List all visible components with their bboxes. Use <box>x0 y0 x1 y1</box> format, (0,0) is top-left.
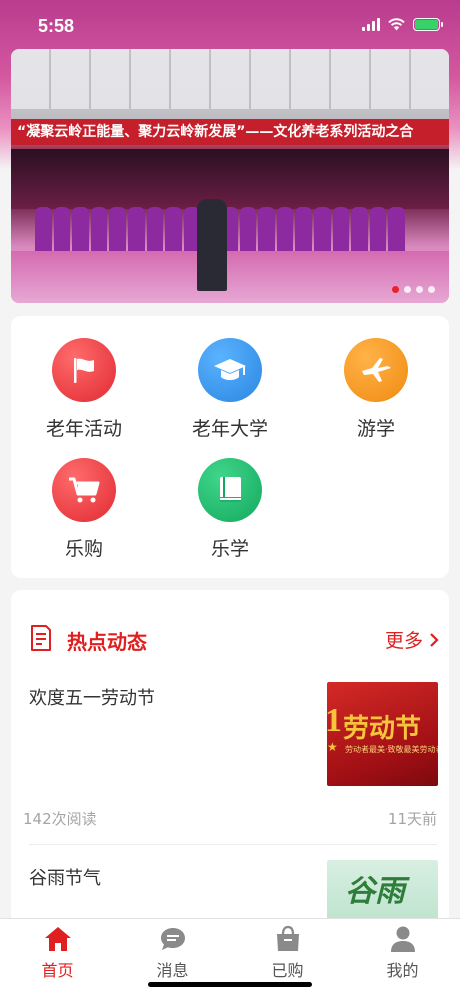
banner-carousel[interactable]: “凝聚云岭正能量、聚力云岭新发展”——文化养老系列活动之合 <box>11 49 449 303</box>
cellular-signal-icon <box>362 18 380 31</box>
carousel-dot[interactable] <box>392 286 399 293</box>
menu-item-senior-university[interactable]: 老年大学 <box>157 338 303 441</box>
news-section-title: 热点动态 <box>67 630 147 654</box>
document-icon <box>31 625 51 651</box>
news-item-title[interactable]: 欢度五一劳动节 <box>29 684 155 710</box>
news-thumbnail[interactable]: 1 劳动节 劳动者最美·致敬最美劳动者 ★ <box>327 682 438 786</box>
status-icons <box>362 18 443 31</box>
thumb-digit: 1 <box>327 702 342 739</box>
carousel-dot[interactable] <box>428 286 435 293</box>
read-count: 142次阅读 <box>23 810 97 828</box>
star-icon: ★ <box>327 740 338 754</box>
battery-icon <box>413 18 443 31</box>
thumb-caption: 谷雨 <box>345 875 405 908</box>
shopping-bag-icon <box>276 925 299 951</box>
home-indicator <box>148 982 312 987</box>
thumb-subcaption: 劳动者最美·致敬最美劳动者 <box>345 745 438 754</box>
menu-item-label: 乐购 <box>64 538 103 560</box>
carousel-dot[interactable] <box>416 286 423 293</box>
menu-item-label: 乐学 <box>210 538 249 560</box>
book-icon <box>198 458 262 522</box>
chat-bubble-icon <box>160 928 185 950</box>
news-item-title[interactable]: 谷雨节气 <box>29 864 101 890</box>
graduation-cap-icon <box>198 338 262 402</box>
carousel-indicator[interactable] <box>392 286 435 293</box>
status-time: 5:58 <box>38 16 75 36</box>
home-icon <box>44 927 71 951</box>
menu-item-label: 游学 <box>356 418 395 440</box>
banner-headline: “凝聚云岭正能量、聚力云岭新发展”——文化养老系列活动之合 <box>11 119 449 145</box>
tab-label: 消息 <box>156 961 189 980</box>
tab-label: 首页 <box>41 961 74 980</box>
banner-conductor <box>197 199 227 291</box>
thumb-caption: 劳动节 <box>343 714 422 744</box>
hot-news-section: 热点动态 更多 欢度五一劳动节 1 劳动节 劳动者最美·致敬最美劳动者 ★ 14… <box>11 590 449 930</box>
user-icon <box>390 926 415 952</box>
news-divider <box>29 844 437 845</box>
carousel-dot[interactable] <box>404 286 411 293</box>
banner-stage <box>11 149 449 209</box>
menu-item-shopping[interactable]: 乐购 <box>11 458 157 561</box>
wifi-icon <box>388 18 405 31</box>
tab-home[interactable]: 首页 <box>0 919 115 996</box>
menu-grid: 老年活动 老年大学 游学 乐购 乐学 <box>11 316 449 578</box>
tab-label: 已购 <box>271 961 304 980</box>
menu-item-label: 老年大学 <box>191 418 268 440</box>
tab-label: 我的 <box>386 961 419 980</box>
publish-time: 11天前 <box>387 810 437 828</box>
flag-icon <box>52 338 116 402</box>
news-header: 热点动态 更多 <box>29 624 439 654</box>
banner-ceiling <box>11 49 449 109</box>
tab-profile[interactable]: 我的 <box>345 919 460 996</box>
menu-item-elderly-activities[interactable]: 老年活动 <box>11 338 157 441</box>
menu-item-study-tour[interactable]: 游学 <box>303 338 449 441</box>
airplane-icon <box>344 338 408 402</box>
status-bar: 5:58 <box>0 0 460 50</box>
more-label: 更多 <box>384 630 423 652</box>
chevron-right-icon <box>430 632 439 647</box>
menu-item-label: 老年活动 <box>45 418 122 440</box>
banner-floor <box>11 251 449 303</box>
shopping-cart-icon <box>52 458 116 522</box>
more-link[interactable]: 更多 <box>385 626 439 653</box>
menu-item-learning[interactable]: 乐学 <box>157 458 303 561</box>
